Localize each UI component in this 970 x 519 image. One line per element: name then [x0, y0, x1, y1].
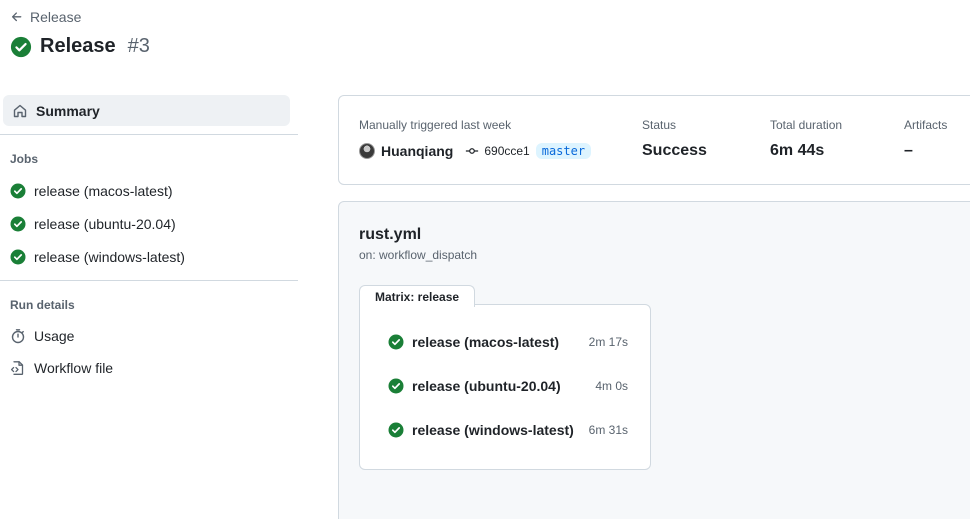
- artifacts-label: Artifacts: [904, 118, 948, 132]
- check-circle-fill-icon: [388, 334, 404, 350]
- check-circle-fill-icon: [10, 36, 32, 57]
- run-title: Release: [40, 35, 116, 57]
- trigger-column: Manually triggered last week Huanqiang 6…: [359, 118, 592, 159]
- sidebar-item-label: Summary: [36, 102, 100, 119]
- jobs-heading: Jobs: [10, 152, 39, 166]
- run-summary-card: Manually triggered last week Huanqiang 6…: [338, 95, 970, 185]
- sidebar-item-job-ubuntu[interactable]: release (ubuntu-20.04): [0, 207, 298, 240]
- stopwatch-icon: [11, 328, 25, 343]
- job-name: release (macos-latest): [412, 334, 560, 350]
- git-commit-icon: [466, 148, 479, 154]
- divider: [0, 280, 298, 281]
- duration-value: 6m 44s: [770, 142, 825, 159]
- sidebar-item-label: Usage: [34, 327, 75, 344]
- job-duration: 6m 31s: [588, 423, 628, 437]
- sidebar-item-job-macos[interactable]: release (macos-latest): [0, 174, 298, 207]
- job-name: release (windows-latest): [412, 422, 574, 438]
- matrix-tab[interactable]: Matrix: release: [359, 285, 476, 307]
- home-icon: [13, 104, 27, 117]
- duration-column: Total duration 6m 44s: [770, 118, 842, 160]
- sidebar-item-label: release (windows-latest): [34, 248, 185, 265]
- workflow-file-name[interactable]: rust.yml: [359, 226, 421, 244]
- job-name: release (ubuntu-20.04): [412, 378, 561, 394]
- check-circle-fill-icon: [10, 216, 26, 231]
- sidebar-item-label: release (macos-latest): [34, 182, 173, 199]
- branch-badge[interactable]: master: [535, 143, 592, 159]
- check-circle-fill-icon: [10, 249, 26, 264]
- avatar[interactable]: [359, 143, 375, 159]
- graph-job-ubuntu[interactable]: release (ubuntu-20.04) 4m 0s: [388, 378, 628, 394]
- artifacts-value: –: [904, 142, 913, 159]
- workflow-graph: rust.yml on: workflow_dispatch Matrix: r…: [338, 201, 970, 519]
- job-duration: 2m 17s: [588, 335, 628, 349]
- workflow-trigger: on: workflow_dispatch: [359, 248, 478, 262]
- sidebar-item-summary[interactable]: Summary: [3, 95, 290, 126]
- job-duration: 4m 0s: [595, 379, 628, 393]
- graph-job-macos[interactable]: release (macos-latest) 2m 17s: [388, 334, 628, 350]
- graph-job-windows[interactable]: release (windows-latest) 6m 31s: [388, 422, 628, 438]
- status-value: Success: [642, 142, 707, 159]
- sidebar-item-label: release (ubuntu-20.04): [34, 215, 176, 232]
- divider: [0, 134, 298, 135]
- back-link-label: Release: [30, 9, 82, 25]
- sidebar-item-label: Workflow file: [34, 359, 114, 376]
- run-number: #3: [127, 35, 150, 57]
- check-circle-fill-icon: [10, 183, 26, 198]
- matrix-job-group: release (macos-latest) 2m 17s release (u…: [359, 304, 651, 470]
- page-title: Release #3: [10, 35, 150, 58]
- arrow-left-icon: [11, 12, 22, 22]
- status-label: Status: [642, 118, 677, 132]
- trigger-text: Manually triggered last week: [359, 118, 512, 132]
- check-circle-fill-icon: [388, 378, 404, 394]
- sidebar-item-usage[interactable]: Usage: [0, 319, 298, 352]
- commit-sha: 690cce1: [484, 144, 530, 158]
- sidebar: Summary Jobs release (macos-latest) rele…: [0, 95, 298, 384]
- check-circle-fill-icon: [388, 422, 404, 438]
- run-details-heading: Run details: [10, 298, 75, 312]
- workflow-run-page: Release Release #3 Summary Jobs release …: [0, 0, 970, 519]
- duration-label: Total duration: [770, 118, 843, 132]
- file-code-icon: [10, 360, 24, 375]
- commit-link[interactable]: 690cce1: [465, 144, 530, 158]
- status-column: Status Success: [642, 118, 707, 160]
- trigger-details: Huanqiang 690cce1 master: [359, 143, 592, 159]
- artifacts-column: Artifacts –: [904, 118, 947, 160]
- sidebar-item-job-windows[interactable]: release (windows-latest): [0, 240, 298, 273]
- sidebar-item-workflow-file[interactable]: Workflow file: [0, 351, 298, 384]
- actor-link[interactable]: Huanqiang: [381, 143, 453, 159]
- back-to-workflow-link[interactable]: Release: [10, 9, 81, 25]
